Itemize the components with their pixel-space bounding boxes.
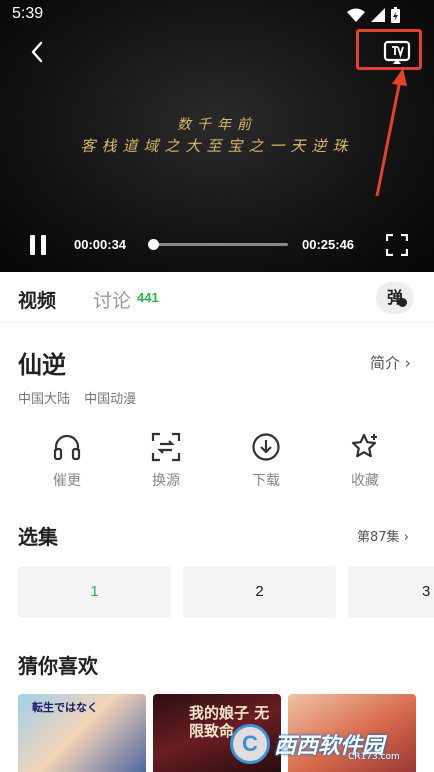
episode-button[interactable]: 2 [183, 566, 336, 618]
current-time: 00:00:34 [74, 237, 127, 252]
signal-icon [371, 8, 385, 22]
video-player[interactable]: 5:39 数千年前 客栈道域之大至宝之一天逆珠 00:00:34 00:25:4… [0, 0, 434, 272]
episode-button[interactable]: 1 [18, 566, 171, 618]
subtitle-line-2: 客栈道域之大至宝之一天逆珠 [80, 137, 354, 155]
subtitle-line-1: 数千年前 [177, 117, 257, 133]
recommend-heading: 猜你喜欢 [18, 654, 98, 678]
thumbnail-title: 転生ではなく [32, 701, 98, 714]
episode-button[interactable]: 3 [348, 566, 434, 618]
watermark-logo: C [230, 724, 270, 764]
show-tags: 中国大陆 中国动漫 [18, 388, 146, 407]
battery-icon [391, 7, 400, 23]
switch-source-label: 换源 [152, 473, 180, 489]
download-label: 下载 [252, 473, 280, 489]
progress-bar[interactable] [148, 239, 288, 250]
show-title: 仙逆 [18, 351, 66, 379]
intro-link[interactable]: 简介 › [370, 352, 411, 373]
tag-genre: 中国动漫 [84, 392, 137, 407]
recommend-thumbnail[interactable]: 転生ではなく [18, 694, 146, 772]
danmaku-toggle-button[interactable]: 弹 [376, 282, 414, 314]
wifi-icon [347, 8, 365, 22]
chevron-right-icon: › [404, 354, 411, 372]
chevron-right-icon: › [403, 530, 409, 545]
switch-source-button[interactable]: 换源 [131, 432, 201, 490]
urge-update-button[interactable]: 催更 [32, 432, 102, 490]
tv-highlight-box [356, 29, 422, 70]
tab-bar: 视频 讨论 441 弹 [0, 272, 434, 323]
star-icon [351, 433, 377, 458]
progress-knob[interactable] [148, 239, 160, 250]
status-bar: 5:39 [0, 0, 434, 30]
danmaku-status-dot [398, 298, 407, 307]
pause-icon[interactable] [28, 235, 48, 255]
watermark: C 西西软件园 CR173.com [230, 722, 426, 768]
fullscreen-icon[interactable] [386, 234, 408, 256]
favorite-button[interactable]: 收藏 [330, 432, 400, 490]
download-button[interactable]: 下载 [231, 432, 301, 490]
urge-update-label: 催更 [53, 473, 81, 489]
back-icon[interactable] [26, 40, 50, 64]
download-icon [252, 433, 280, 461]
player-controls: 00:00:34 00:25:46 [0, 228, 434, 262]
episode-number: 3 [422, 583, 431, 600]
watermark-url: CR173.com [348, 752, 400, 762]
episodes-heading: 选集 [18, 525, 58, 549]
action-row: 催更 换源 下载 收藏 [0, 432, 434, 492]
episodes-more-link[interactable]: 第87集 › [357, 526, 409, 545]
total-time: 00:25:46 [302, 237, 355, 252]
favorite-label: 收藏 [351, 473, 379, 489]
tag-region: 中国大陆 [18, 392, 71, 407]
discuss-count: 441 [137, 290, 159, 305]
tab-discuss[interactable]: 讨论 [93, 286, 131, 313]
intro-label: 简介 [370, 354, 401, 372]
headphones-icon [53, 434, 81, 461]
status-time: 5:39 [12, 5, 44, 22]
status-icons [347, 7, 400, 23]
switch-source-icon [151, 432, 181, 462]
latest-episode-label: 第87集 [357, 530, 400, 545]
tab-video[interactable]: 视频 [18, 286, 56, 313]
episode-list: 1 2 3 [18, 566, 434, 618]
